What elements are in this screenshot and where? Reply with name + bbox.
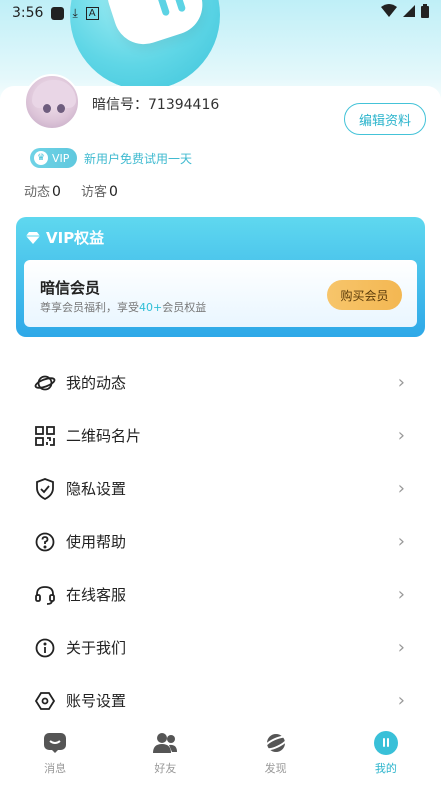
chevron-right-icon: › [397,425,405,446]
menu-item-help[interactable]: 使用帮助 › [0,515,441,568]
vip-member-subtitle: 尊享会员福利，享受40+会员权益 [40,301,207,314]
menu-label: 隐私设置 [66,480,127,498]
vip-badge-label: VIP [52,151,70,165]
account-id-value: 71394416 [148,97,220,113]
stat-visitors[interactable]: 访客 0 [81,181,118,200]
nav-label: 我的 [374,762,397,775]
menu-item-qr-card[interactable]: 二维码名片 › [0,409,441,462]
planet-icon [34,372,56,394]
help-circle-icon [34,531,56,553]
wifi-icon [381,4,397,22]
vip-trial-text[interactable]: 新用户免费试用一天 [84,150,192,167]
me-icon [372,730,400,756]
shield-check-icon [34,477,56,500]
download-icon: ⤓ [72,5,78,20]
menu-item-my-posts[interactable]: 我的动态 › [0,356,441,409]
chevron-right-icon: › [397,478,405,499]
vip-member-panel: 暗信会员 尊享会员福利，享受40+会员权益 购买会员 [24,260,417,327]
menu-label: 我的动态 [66,374,127,392]
nav-tab-discover[interactable]: 发现 [221,724,331,785]
diamond-icon [26,231,40,244]
battery-icon [421,4,429,22]
message-icon [41,730,69,756]
settings-menu: 我的动态 › 二维码名片 › 隐私设置 › 使用帮助 › 在线客服 › 关于我们 [0,356,441,727]
menu-label: 关于我们 [66,639,127,657]
menu-item-privacy[interactable]: 隐私设置 › [0,462,441,515]
buy-membership-button[interactable]: 购买会员 [327,280,402,310]
notification-app-icon [51,6,65,20]
menu-label: 账号设置 [66,692,127,710]
signal-icon [403,5,415,21]
vip-card-title: VIP权益 [26,227,104,248]
menu-item-account-settings[interactable]: 账号设置 › [0,674,441,727]
menu-item-about[interactable]: 关于我们 › [0,621,441,674]
nav-label: 好友 [154,762,177,775]
profile-stats: 动态 0 访客 0 [24,181,118,200]
vip-benefits-card: VIP权益 暗信会员 尊享会员福利，享受40+会员权益 购买会员 [16,217,425,337]
menu-label: 使用帮助 [66,533,127,551]
menu-label: 在线客服 [66,586,127,604]
chevron-right-icon: › [397,531,405,552]
chevron-right-icon: › [397,584,405,605]
crown-icon: ♛ [34,151,48,165]
bottom-nav: 消息 好友 发现 我的 [0,724,441,785]
vip-member-title: 暗信会员 [40,279,101,297]
status-time: 3:56 [12,5,44,21]
settings-hexagon-icon [34,690,56,712]
nav-tab-messages[interactable]: 消息 [0,724,110,785]
menu-item-support[interactable]: 在线客服 › [0,568,441,621]
qr-code-icon [34,425,56,447]
vip-badge[interactable]: ♛ VIP [30,148,78,168]
chevron-right-icon: › [397,690,405,711]
info-icon [34,637,56,659]
edit-profile-button[interactable]: 编辑资料 [344,103,426,135]
stat-posts[interactable]: 动态 0 [24,181,61,200]
chevron-right-icon: › [397,637,405,658]
nav-label: 消息 [44,762,67,775]
nav-label: 发现 [264,762,287,775]
friends-icon [151,730,179,756]
keyboard-a-icon: A [85,6,99,20]
headset-icon [34,584,56,606]
status-bar: 3:56 ⤓ A [0,0,441,26]
avatar[interactable] [24,74,80,130]
nav-tab-me[interactable]: 我的 [331,724,441,785]
discover-planet-icon [262,730,290,756]
account-id: 暗信号：71394416 [92,94,219,114]
chevron-right-icon: › [397,372,405,393]
nav-tab-friends[interactable]: 好友 [110,724,220,785]
menu-label: 二维码名片 [66,427,142,445]
account-id-label: 暗信号： [92,97,148,113]
